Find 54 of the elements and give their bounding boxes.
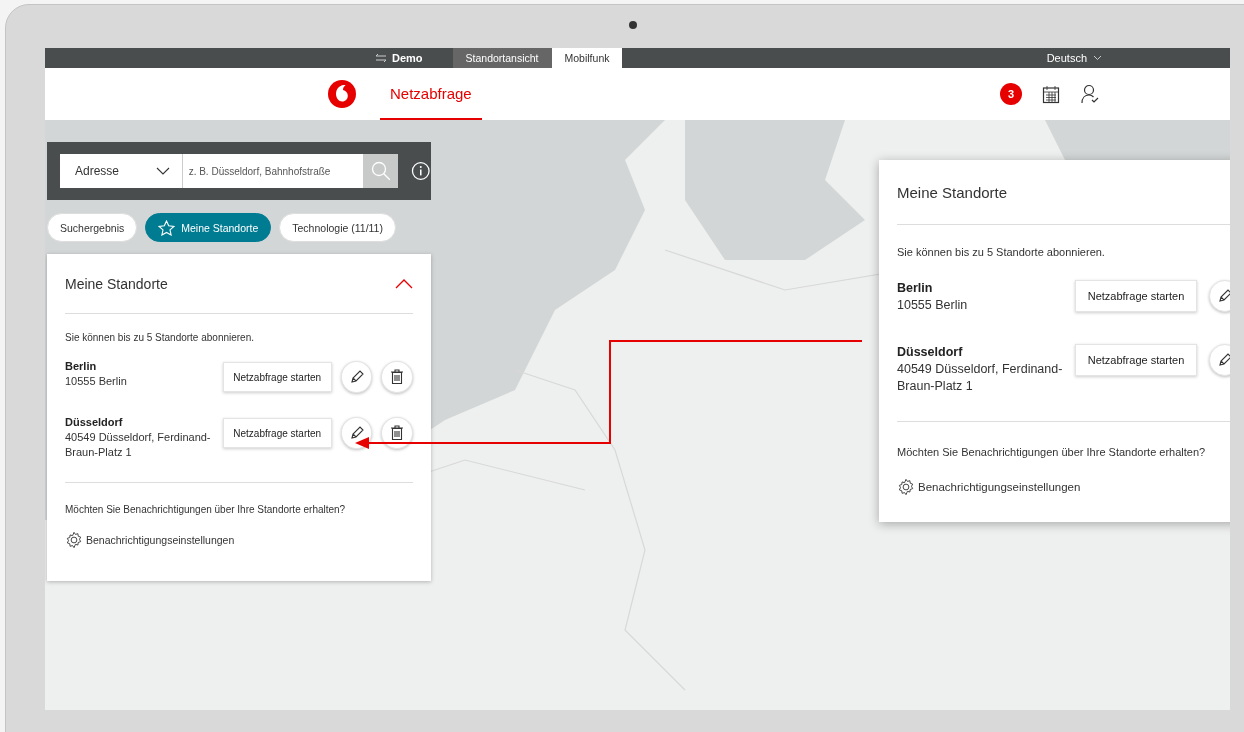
calendar-icon[interactable] [1042, 84, 1060, 104]
mode-label[interactable]: Demo [392, 52, 423, 64]
notification-badge[interactable]: 3 [1000, 83, 1022, 105]
pencil-icon [1217, 288, 1230, 304]
location-name: Düsseldorf [897, 344, 964, 361]
start-query-button[interactable]: Netzabfrage starten [1075, 280, 1197, 312]
trash-icon [390, 425, 405, 441]
language-select[interactable]: Deutsch [1046, 52, 1087, 64]
card-title: Meine Standorte [897, 183, 1008, 201]
filter-chip[interactable]: Technologie (11/11) [279, 213, 396, 242]
user-icon[interactable] [1080, 84, 1100, 104]
location-address: 40549 Düsseldorf, Ferdinand-Braun-Platz 1 [897, 361, 1064, 395]
pencil-icon [348, 425, 365, 441]
card-title: Meine Standorte [65, 275, 168, 292]
swap-arrows-icon [375, 53, 387, 63]
info-icon[interactable] [411, 161, 431, 181]
filter-chip[interactable]: Meine Standorte [145, 213, 272, 242]
filter-chip[interactable]: Suchergebnis [47, 213, 138, 242]
gear-icon [897, 478, 915, 496]
info-text: Sie können bis zu 5 Standorte abonnieren. [897, 246, 1106, 258]
location-name: Düsseldorf [65, 415, 124, 430]
view-tab[interactable]: Standortansicht [452, 48, 552, 68]
edit-button[interactable] [340, 361, 373, 393]
notification-settings-link[interactable]: Benachrichtigungseinstellungen [918, 481, 1081, 493]
start-query-button[interactable]: Netzabfrage starten [1075, 344, 1197, 376]
camera-icon [629, 21, 637, 29]
search-field[interactable]: z. B. Düsseldorf, Bahnhofstraße [181, 154, 364, 188]
location-address: 10555 Berlin [65, 374, 128, 389]
pencil-icon [1217, 352, 1230, 368]
star-icon [158, 219, 176, 236]
search-icon [370, 161, 391, 181]
location-name: Berlin [65, 359, 98, 374]
location-name: Berlin [897, 280, 934, 297]
notification-settings-link[interactable]: Benachrichtigungseinstellungen [86, 534, 235, 546]
gear-icon [65, 531, 83, 549]
pencil-icon [348, 369, 365, 385]
notification-question: Möchten Sie Benachrichtigungen über Ihre Standorte erhalten? [65, 504, 347, 515]
search-button[interactable] [363, 154, 399, 188]
trash-icon [390, 369, 405, 385]
chevron-down-icon[interactable] [1093, 55, 1102, 61]
notification-question: Möchten Sie Benachrichtigungen über Ihre Standorte erhalten? [897, 446, 1207, 458]
info-text: Sie können bis zu 5 Standorte abonnieren. [65, 332, 256, 343]
start-query-button[interactable]: Netzabfrage starten [222, 418, 332, 448]
delete-button[interactable] [381, 361, 413, 393]
chevron-icon[interactable] [395, 278, 413, 289]
edit-button[interactable] [340, 417, 373, 449]
logo-icon [328, 80, 356, 108]
delete-button[interactable] [381, 417, 413, 449]
chevron-down-icon [155, 167, 170, 175]
search-type-select[interactable]: Adresse [60, 154, 182, 188]
start-query-button[interactable]: Netzabfrage starten [222, 362, 332, 392]
location-address: 40549 Düsseldorf, Ferdinand-Braun-Platz 1 [65, 430, 212, 460]
view-tab[interactable]: Mobilfunk [551, 48, 623, 68]
location-address: 10555 Berlin [897, 297, 969, 314]
